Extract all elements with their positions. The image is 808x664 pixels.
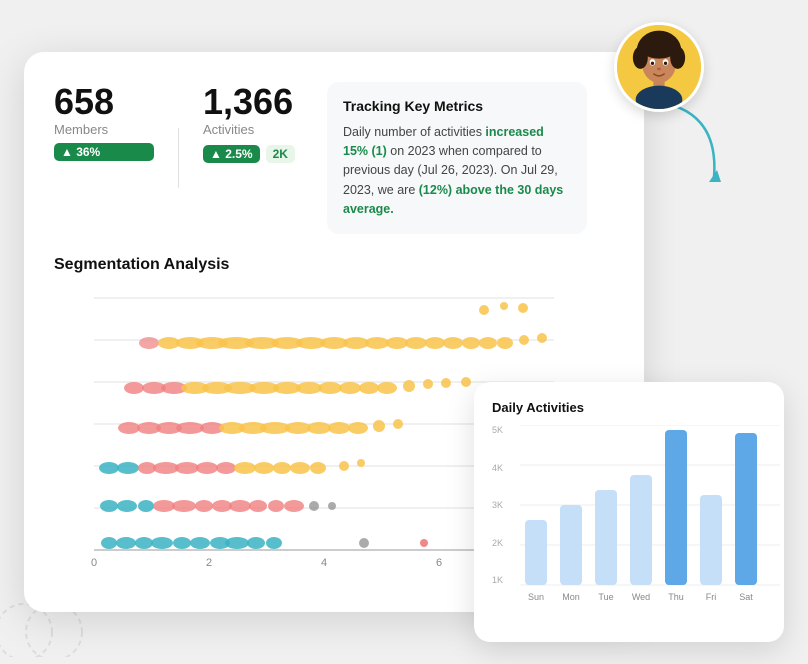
svg-text:2: 2 (206, 557, 212, 569)
svg-text:Mon: Mon (562, 592, 580, 602)
svg-text:4: 4 (321, 557, 327, 569)
tracking-title: Tracking Key Metrics (343, 96, 571, 118)
bar-sat (735, 433, 757, 585)
bar-tue (595, 490, 617, 585)
y-label-5k: 5K (492, 425, 503, 435)
bar-mon (560, 505, 582, 585)
members-badge: ▲ 36% (54, 143, 154, 161)
svg-text:0: 0 (91, 557, 97, 569)
y-label-3k: 3K (492, 500, 503, 510)
activities-badge1: ▲ 2.5% (203, 145, 260, 163)
activities-label: Activities (203, 122, 303, 137)
svg-text:Sat: Sat (739, 592, 753, 602)
svg-text:Fri: Fri (706, 592, 717, 602)
daily-card: Daily Activities 5K 4K 3K 2K 1K Sun (474, 382, 784, 642)
activities-value: 1,366 (203, 82, 303, 122)
bar-thu (665, 430, 687, 585)
bar-wed (630, 475, 652, 585)
svg-text:6: 6 (436, 557, 442, 569)
activities-badge2: 2K (266, 145, 295, 163)
y-axis: 5K 4K 3K 2K 1K (492, 425, 503, 585)
members-value: 658 (54, 82, 154, 122)
activities-block: 1,366 Activities ▲ 2.5% 2K (203, 82, 303, 163)
bar-chart-wrap: 5K 4K 3K 2K 1K Sun Mon (492, 425, 766, 615)
y-label-4k: 4K (492, 463, 503, 473)
y-label-2k: 2K (492, 538, 503, 548)
daily-title: Daily Activities (492, 400, 766, 415)
avatar (614, 22, 704, 112)
scene: 658 Members ▲ 36% 1,366 Activities ▲ 2.5… (24, 22, 784, 642)
tracking-box: Tracking Key Metrics Daily number of act… (327, 82, 587, 234)
activities-badges: ▲ 2.5% 2K (203, 145, 303, 163)
avatar-svg (617, 25, 701, 109)
bar-chart-svg: Sun Mon Tue Wed Thu Fri Sat (520, 425, 780, 605)
metrics-row: 658 Members ▲ 36% 1,366 Activities ▲ 2.5… (54, 82, 614, 234)
members-block: 658 Members ▲ 36% (54, 82, 154, 161)
divider (178, 128, 179, 188)
members-label: Members (54, 122, 154, 137)
seg-title: Segmentation Analysis (54, 256, 614, 274)
svg-text:Sun: Sun (528, 592, 544, 602)
tracking-highlight1: increased 15% (1) (343, 125, 544, 158)
svg-text:Wed: Wed (632, 592, 650, 602)
svg-text:Tue: Tue (598, 592, 613, 602)
bar-fri (700, 495, 722, 585)
tracking-text: Daily number of activities increased 15%… (343, 125, 563, 217)
bar-sun (525, 520, 547, 585)
svg-text:Thu: Thu (668, 592, 684, 602)
y-label-1k: 1K (492, 575, 503, 585)
tracking-highlight2: (12%) above the 30 days average. (343, 183, 563, 216)
